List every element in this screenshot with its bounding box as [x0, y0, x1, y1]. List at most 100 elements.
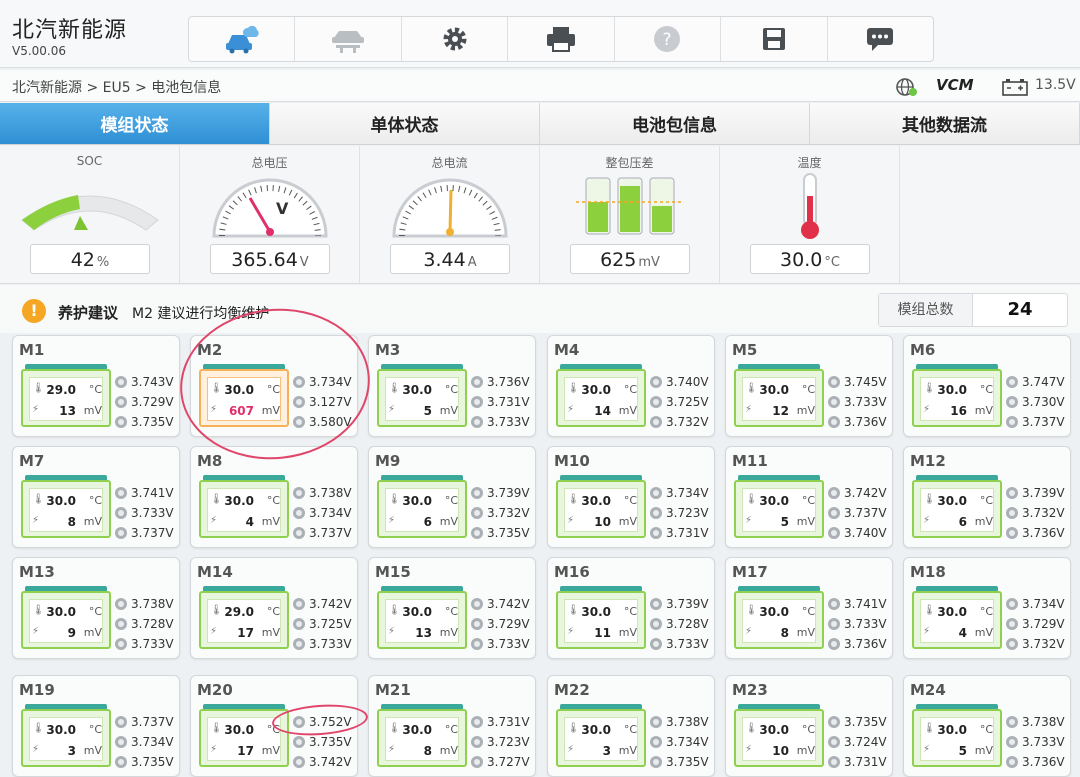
module-temp: 30.0: [759, 605, 789, 619]
module-readout: 🌡 30.0 °C ⚡ 12 mV: [742, 377, 816, 421]
avg-voltage-value: 3.737V: [131, 526, 174, 540]
module-card[interactable]: M24 🌡 30.0 °C ⚡ 5 mV 3.738V 3.733V 3.736V: [903, 675, 1071, 777]
module-card[interactable]: M10 🌡 30.0 °C ⚡ 10 mV 3.734V 3.723V 3.731V: [547, 446, 715, 548]
min-voltage: 3.729V: [115, 392, 177, 412]
module-card[interactable]: M14 🌡 29.0 °C ⚡ 17 mV 3.742V 3.725V 3.733V: [190, 557, 358, 659]
tab-other-data[interactable]: 其他数据流: [810, 103, 1080, 144]
app-title: 北汽新能源: [12, 18, 128, 43]
module-card[interactable]: M6 🌡 30.0 °C ⚡ 16 mV 3.747V 3.730V 3.737V: [903, 335, 1071, 437]
save-button[interactable]: [721, 17, 828, 61]
module-card[interactable]: M7 🌡 30.0 °C ⚡ 8 mV 3.741V 3.733V 3.737V: [12, 446, 180, 548]
temp-row: 🌡 29.0 °C: [32, 383, 102, 397]
module-voltage-diff: 10: [772, 744, 789, 758]
battery-body: 🌡 30.0 °C ⚡ 12 mV: [734, 369, 824, 427]
lightning-icon: ⚡: [32, 515, 40, 526]
avg-voltage: 3.735V: [471, 523, 533, 543]
diagnosis-button[interactable]: [189, 17, 296, 61]
lift-button[interactable]: [295, 17, 402, 61]
diff-row: ⚡ 13 mV: [32, 404, 102, 418]
battery-body: 🌡 29.0 °C ⚡ 13 mV: [21, 369, 111, 427]
avg-voltage-value: 3.732V: [666, 415, 709, 429]
module-battery-icon: 🌡 30.0 °C ⚡ 5 mV: [377, 364, 467, 430]
module-readout: 🌡 30.0 °C ⚡ 17 mV: [207, 717, 281, 761]
module-card[interactable]: M22 🌡 30.0 °C ⚡ 3 mV 3.738V 3.734V 3.735V: [547, 675, 715, 777]
module-card[interactable]: M21 🌡 30.0 °C ⚡ 8 mV 3.731V 3.723V 3.727V: [368, 675, 536, 777]
module-card[interactable]: M4 🌡 30.0 °C ⚡ 14 mV 3.740V 3.725V 3.732V: [547, 335, 715, 437]
tab-pack-info[interactable]: 电池包信息: [540, 103, 810, 144]
module-temp: 30.0: [759, 723, 789, 737]
lightning-icon: ⚡: [745, 744, 753, 755]
message-icon: [867, 28, 894, 51]
help-button[interactable]: ?: [615, 17, 722, 61]
max-voltage: 3.739V: [1006, 483, 1068, 503]
module-name: M15: [375, 563, 411, 581]
min-voltage-value: 3.729V: [1022, 617, 1065, 631]
module-readout: 🌡 29.0 °C ⚡ 13 mV: [29, 377, 103, 421]
thermometer-icon: 🌡: [210, 605, 223, 616]
vcm-label: VCM: [936, 76, 974, 94]
module-card[interactable]: M9 🌡 30.0 °C ⚡ 6 mV 3.739V 3.732V 3.735V: [368, 446, 536, 548]
max-voltage-icon: [650, 487, 662, 499]
thermometer-icon: 🌡: [32, 723, 45, 734]
temp-unit: °C: [444, 605, 458, 618]
min-voltage: 3.731V: [471, 392, 533, 412]
temp-unit: °C: [623, 383, 637, 396]
diff-unit: mV: [83, 404, 102, 417]
tab-cell-status[interactable]: 单体状态: [270, 103, 540, 144]
module-card[interactable]: M18 🌡 30.0 °C ⚡ 4 mV 3.734V 3.729V 3.732V: [903, 557, 1071, 659]
module-readout: 🌡 30.0 °C ⚡ 10 mV: [564, 488, 638, 532]
module-card[interactable]: M17 🌡 30.0 °C ⚡ 8 mV 3.741V 3.733V 3.736V: [725, 557, 893, 659]
avg-voltage-icon: [115, 638, 127, 650]
min-voltage-value: 3.728V: [666, 617, 709, 631]
module-name: M7: [19, 452, 45, 470]
gauge-value: 3.44 A: [390, 244, 510, 274]
gauge-title: 温度: [797, 156, 822, 170]
module-card[interactable]: M23 🌡 30.0 °C ⚡ 10 mV 3.735V 3.724V 3.731V: [725, 675, 893, 777]
min-voltage-value: 3.735V: [309, 735, 352, 749]
diff-unit: mV: [439, 744, 458, 757]
thermometer-icon: 🌡: [32, 383, 45, 394]
tab-module-status[interactable]: 模组状态: [0, 103, 270, 144]
min-voltage-icon: [471, 396, 483, 408]
min-voltage: 3.733V: [115, 503, 177, 523]
avg-voltage-icon: [1006, 527, 1018, 539]
temp-unit: °C: [266, 494, 280, 507]
advice-title: 养护建议: [58, 304, 119, 322]
diff-unit: mV: [261, 744, 280, 757]
module-card[interactable]: M5 🌡 30.0 °C ⚡ 12 mV 3.745V 3.733V 3.736V: [725, 335, 893, 437]
message-button[interactable]: [828, 17, 933, 61]
max-voltage-icon: [650, 716, 662, 728]
battery-body: 🌡 30.0 °C ⚡ 4 mV: [199, 480, 289, 538]
module-card[interactable]: M13 🌡 30.0 °C ⚡ 9 mV 3.738V 3.728V 3.733V: [12, 557, 180, 659]
min-voltage-icon: [650, 507, 662, 519]
module-card[interactable]: M11 🌡 30.0 °C ⚡ 5 mV 3.742V 3.737V 3.740V: [725, 446, 893, 548]
module-card[interactable]: M16 🌡 30.0 °C ⚡ 11 mV 3.739V 3.728V 3.733V: [547, 557, 715, 659]
help-icon: ?: [654, 26, 681, 52]
module-card[interactable]: M19 🌡 30.0 °C ⚡ 3 mV 3.737V 3.734V 3.735V: [12, 675, 180, 777]
module-card[interactable]: M3 🌡 30.0 °C ⚡ 5 mV 3.736V 3.731V 3.733V: [368, 335, 536, 437]
module-card[interactable]: M15 🌡 30.0 °C ⚡ 13 mV 3.742V 3.729V 3.733V: [368, 557, 536, 659]
module-voltage-diff: 13: [59, 404, 76, 418]
min-voltage-value: 3.723V: [666, 506, 709, 520]
avg-voltage-icon: [471, 638, 483, 650]
temp-row: 🌡 30.0 °C: [567, 494, 637, 508]
temp-row: 🌡 30.0 °C: [923, 494, 993, 508]
module-card[interactable]: M12 🌡 30.0 °C ⚡ 6 mV 3.739V 3.732V 3.736V: [903, 446, 1071, 548]
diff-row: ⚡ 14 mV: [567, 404, 637, 418]
settings-button[interactable]: [402, 17, 509, 61]
module-card[interactable]: M8 🌡 30.0 °C ⚡ 4 mV 3.738V 3.734V 3.737V: [190, 446, 358, 548]
print-button[interactable]: [508, 17, 615, 61]
module-grid: M1 🌡 29.0 °C ⚡ 13 mV 3.743V 3.729V 3.735V M2 🌡 30.0 °…: [0, 299, 1080, 777]
svg-text:V: V: [276, 199, 289, 218]
min-voltage: 3.730V: [1006, 392, 1068, 412]
max-voltage-icon: [293, 598, 305, 610]
module-temp: 30.0: [759, 494, 789, 508]
max-voltage-value: 3.738V: [1022, 715, 1065, 729]
module-temp: 30.0: [402, 383, 432, 397]
min-voltage: 3.723V: [650, 503, 712, 523]
temp-row: 🌡 30.0 °C: [745, 383, 815, 397]
module-readout: 🌡 30.0 °C ⚡ 11 mV: [564, 599, 638, 643]
lightning-icon: ⚡: [388, 626, 396, 637]
diff-row: ⚡ 4 mV: [923, 626, 993, 640]
module-card[interactable]: M1 🌡 29.0 °C ⚡ 13 mV 3.743V 3.729V 3.735V: [12, 335, 180, 437]
